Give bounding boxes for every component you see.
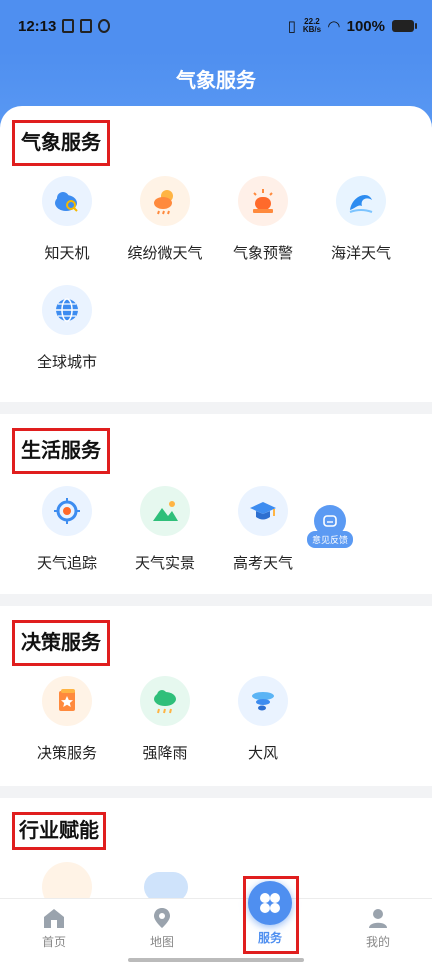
cloud-sun-icon[interactable]: [144, 872, 188, 898]
net-unit: KB/s: [302, 25, 322, 34]
feedback-label: 意见反馈: [306, 531, 353, 548]
service-label: 缤纷微天气: [127, 245, 203, 262]
service-item-decision[interactable]: 决策服务: [18, 676, 116, 763]
clock: 12:13: [18, 17, 57, 35]
section-title: 决策服务: [12, 620, 110, 666]
service-label: 决策服务: [36, 745, 97, 762]
clover-grid-icon: [248, 881, 292, 925]
section-title: 行业赋能: [12, 812, 106, 850]
section-industry: 行业赋能: [0, 798, 432, 898]
rain-cloud-icon: [140, 676, 190, 726]
tab-map[interactable]: 地图: [108, 899, 216, 964]
scroll-star-icon: [42, 676, 92, 726]
sun-cloud-rain-icon: [140, 176, 190, 226]
user-icon: [369, 909, 387, 928]
target-icon: [42, 486, 92, 536]
battery-percent: 100%: [346, 17, 385, 35]
sync-icon: [98, 19, 111, 33]
wave-icon: [336, 176, 386, 226]
tab-mine[interactable]: 我的: [324, 899, 432, 964]
cloud-search-icon: [42, 176, 92, 226]
tab-home[interactable]: 首页: [0, 899, 108, 964]
wifi-icon: ◠: [328, 18, 340, 35]
tab-services[interactable]: 服务: [216, 881, 324, 964]
content-scroll[interactable]: 气象服务 知天机 缤纷微天气 气象预警 海洋天气 全球城市 生活服务 天气追踪 …: [0, 106, 432, 898]
vibrate-icon: ▯: [287, 18, 296, 35]
alarm-siren-icon: [238, 176, 288, 226]
service-label: 天气实景: [134, 555, 195, 572]
tab-label: 我的: [365, 935, 390, 949]
notification-icon: [62, 19, 75, 33]
service-item-zhitianji[interactable]: 知天机: [18, 176, 116, 263]
service-label: 海洋天气: [330, 245, 391, 262]
page-title: 气象服务: [176, 70, 256, 92]
typhoon-icon: [238, 676, 288, 726]
home-indicator: [128, 958, 304, 962]
map-pin-icon: [154, 908, 170, 928]
service-label: 高考天气: [232, 555, 293, 572]
tab-label: 首页: [41, 935, 66, 949]
section-title: 生活服务: [12, 428, 110, 474]
globe-icon: [42, 285, 92, 335]
service-item-weather-live-view[interactable]: 天气实景: [116, 486, 214, 573]
landscape-icon: [140, 486, 190, 536]
service-item-global-cities[interactable]: 全球城市: [18, 285, 116, 372]
section-title: 气象服务: [12, 120, 110, 166]
service-label: 天气追踪: [36, 555, 97, 572]
service-label: 大风: [247, 745, 278, 762]
service-item-exam-weather[interactable]: 高考天气: [214, 486, 312, 573]
tab-bar: 首页 地图 服务 我的: [0, 881, 432, 964]
tab-label: 服务: [257, 931, 282, 945]
traffic-light-icon[interactable]: [42, 862, 92, 898]
graduation-cap-icon: [238, 486, 288, 536]
tab-label: 地图: [149, 935, 174, 949]
section-decision-services: 决策服务 决策服务 强降雨 大风: [0, 606, 432, 786]
service-item-marine-weather[interactable]: 海洋天气: [312, 176, 410, 263]
service-label: 知天机: [44, 245, 90, 262]
app-icon: [80, 19, 93, 33]
service-label: 全球城市: [36, 354, 97, 371]
battery-icon: [392, 20, 417, 32]
section-weather-services: 气象服务 知天机 缤纷微天气 气象预警 海洋天气 全球城市: [0, 106, 432, 402]
status-bar: 12:13 ▯ 22.2 KB/s ◠ 100%: [0, 0, 432, 52]
home-icon: [44, 909, 64, 928]
service-item-weather-tracking[interactable]: 天气追踪: [18, 486, 116, 573]
service-item-strong-wind[interactable]: 大风: [214, 676, 312, 763]
service-label: 气象预警: [232, 245, 293, 262]
service-label: 强降雨: [142, 745, 188, 762]
service-item-heavy-rain[interactable]: 强降雨: [116, 676, 214, 763]
feedback-button[interactable]: 意见反馈: [306, 505, 354, 548]
service-item-weather-warning[interactable]: 气象预警: [214, 176, 312, 263]
section-life-services: 生活服务 天气追踪 天气实景 高考天气: [0, 414, 432, 594]
service-item-micro-weather[interactable]: 缤纷微天气: [116, 176, 214, 263]
